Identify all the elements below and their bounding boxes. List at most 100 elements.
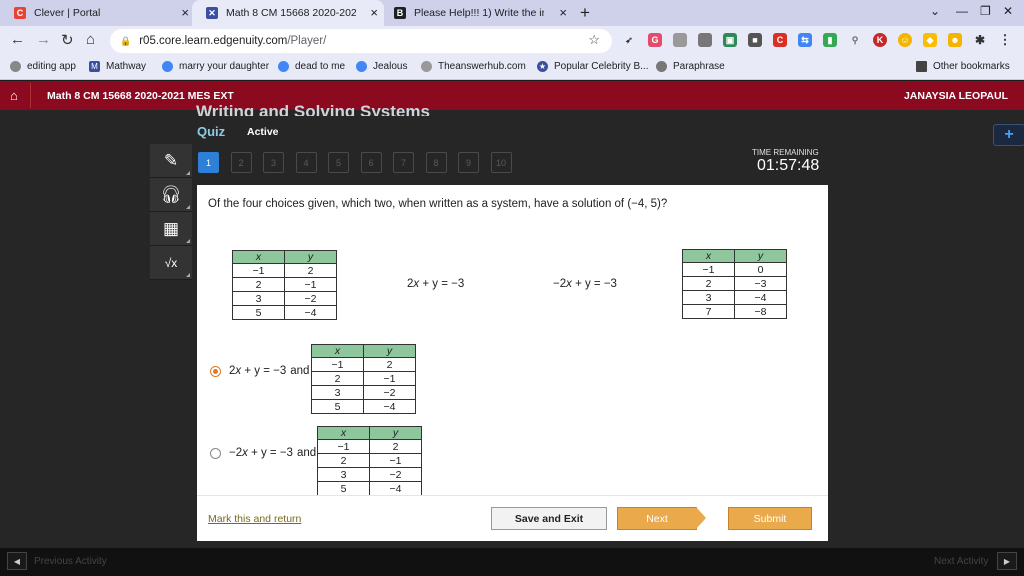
next-activity-label[interactable]: Next Activity bbox=[934, 556, 988, 567]
quillbot-icon bbox=[656, 61, 667, 72]
puzzle-extensions-icon[interactable]: ✱ bbox=[973, 33, 987, 47]
rocket-extension-icon[interactable]: ➶ bbox=[622, 33, 636, 47]
time-remaining-label: TIME REMAINING bbox=[752, 148, 819, 157]
choice-table-a: xy −1 2 2 −1 3 −2 5 −4 bbox=[232, 250, 337, 320]
home-icon[interactable]: ⌂ bbox=[86, 31, 95, 48]
home-icon[interactable]: ⌂ bbox=[10, 88, 18, 103]
forward-arrow-icon[interactable]: → bbox=[36, 31, 51, 48]
question-number-button[interactable]: 5 bbox=[328, 152, 349, 173]
bookmark-item[interactable]: marry your daughter bbox=[162, 61, 269, 72]
save-and-exit-button[interactable]: Save and Exit bbox=[491, 507, 607, 530]
tool-palette: ✎ 🎧︎ ▦ √x bbox=[150, 144, 192, 280]
previous-activity-label[interactable]: Previous Activity bbox=[34, 556, 107, 567]
answer-option-2[interactable]: −2 x + y = −3 and bbox=[210, 447, 316, 459]
clever-icon: C bbox=[14, 7, 26, 19]
option-2-table: xy −1 2 2 −1 3 −2 5 −4 bbox=[317, 426, 422, 496]
extension-icon[interactable]: C bbox=[773, 33, 787, 47]
other-bookmarks-folder[interactable]: Other bookmarks bbox=[916, 61, 1010, 72]
activity-nav-bar: ◀ Previous Activity Next Activity ▶ bbox=[0, 548, 1024, 576]
bookmark-item[interactable]: Jealous bbox=[356, 61, 407, 72]
question-card: Of the four choices given, which two, wh… bbox=[197, 185, 828, 541]
address-bar[interactable]: 🔒 r05.core.learn.edgenuity.com/Player/ ☆ bbox=[110, 29, 612, 53]
previous-activity-arrow-icon[interactable]: ◀ bbox=[7, 552, 27, 570]
question-number-button[interactable]: 4 bbox=[295, 152, 317, 173]
option-1-table: xy −1 2 2 −1 3 −2 5 −4 bbox=[311, 344, 416, 414]
question-number-button[interactable]: 1 bbox=[198, 152, 219, 173]
timer: 01:57:48 bbox=[757, 157, 820, 174]
choice-table-b: xy −1 0 2 −3 3 −4 7 −8 bbox=[682, 249, 787, 319]
formula-sqrt-icon[interactable]: √x bbox=[150, 246, 192, 280]
extension-icon[interactable]: ■ bbox=[748, 33, 762, 47]
sparkle-icon bbox=[421, 61, 432, 72]
bookmark-item[interactable]: ★ Popular Celebrity B... bbox=[537, 61, 649, 72]
lesson-title: Writing and Solving Systems bbox=[196, 102, 430, 116]
next-button[interactable]: Next bbox=[617, 507, 697, 530]
player-area: Writing and Solving Systems Quiz Active … bbox=[0, 102, 1024, 548]
course-header: ⌂ Math 8 CM 15668 2020-2021 MES EXT JANA… bbox=[0, 81, 1024, 110]
radio-button[interactable] bbox=[210, 447, 221, 459]
new-tab-plus-icon[interactable]: + bbox=[580, 3, 590, 23]
extension-icon[interactable]: ▣ bbox=[723, 33, 737, 47]
extension-icon[interactable] bbox=[673, 33, 687, 47]
minimize-icon[interactable]: — bbox=[956, 4, 968, 18]
extension-icon[interactable]: G bbox=[648, 33, 662, 47]
tab-search-icon[interactable]: ⌄ bbox=[930, 4, 940, 18]
course-title[interactable]: Math 8 CM 15668 2020-2021 MES EXT bbox=[47, 90, 234, 102]
question-number-button[interactable]: 6 bbox=[360, 152, 382, 173]
headphones-icon[interactable]: 🎧︎ bbox=[150, 178, 192, 212]
close-icon[interactable]: × bbox=[559, 6, 567, 19]
pencil-icon[interactable]: ✎ bbox=[150, 144, 192, 178]
bookmark-icon bbox=[278, 61, 289, 72]
submit-button[interactable]: Submit bbox=[728, 507, 812, 530]
restore-icon[interactable]: ❐ bbox=[980, 4, 991, 18]
quiz-label: Quiz bbox=[197, 124, 226, 139]
extension-icon[interactable]: ⚲ bbox=[848, 33, 862, 47]
globe-icon bbox=[10, 61, 21, 72]
radio-button-selected[interactable] bbox=[210, 365, 221, 377]
edgenuity-icon: ✕ bbox=[206, 7, 218, 19]
bookmark-star-icon[interactable]: ☆ bbox=[588, 32, 600, 48]
bookmark-item[interactable]: dead to me bbox=[278, 61, 345, 72]
question-number-button[interactable]: 10 bbox=[490, 152, 512, 173]
bookmark-item[interactable]: Theanswerhub.com bbox=[421, 61, 526, 72]
extension-icon[interactable]: ▮ bbox=[823, 33, 837, 47]
tab-brainly[interactable]: B Please Help!!! 1) Write the integers × bbox=[380, 0, 573, 26]
bookmark-icon bbox=[356, 61, 367, 72]
extension-icon[interactable]: ☺ bbox=[898, 33, 912, 47]
mark-and-return-link[interactable]: Mark this and return bbox=[208, 513, 301, 525]
extension-icon[interactable]: ☻ bbox=[948, 33, 962, 47]
question-text: Of the four choices given, which two, wh… bbox=[208, 198, 668, 210]
question-number-button[interactable]: 8 bbox=[425, 152, 447, 173]
choice-equation-2: −2x + y = −3 bbox=[553, 278, 617, 290]
status-label: Active bbox=[247, 126, 279, 138]
back-arrow-icon[interactable]: ← bbox=[10, 31, 25, 48]
bookmark-item[interactable]: Paraphrase bbox=[656, 61, 725, 72]
tab-edgenuity[interactable]: ✕ Math 8 CM 15668 2020-2021 MES EXT × bbox=[192, 0, 384, 26]
lock-icon: 🔒 bbox=[120, 35, 132, 46]
extension-icon[interactable]: ⇆ bbox=[798, 33, 812, 47]
question-number-button[interactable]: 2 bbox=[230, 152, 252, 173]
bookmark-item[interactable]: editing app bbox=[10, 61, 76, 72]
reload-icon[interactable]: ↻ bbox=[61, 31, 74, 49]
extension-icon[interactable] bbox=[698, 33, 712, 47]
close-window-icon[interactable]: ✕ bbox=[1003, 4, 1013, 18]
question-number-button[interactable]: 7 bbox=[393, 152, 414, 173]
next-arrow[interactable] bbox=[696, 507, 706, 529]
next-activity-arrow-icon[interactable]: ▶ bbox=[997, 552, 1017, 570]
extension-icon[interactable]: ◆ bbox=[923, 33, 937, 47]
question-number-button[interactable]: 3 bbox=[263, 152, 284, 173]
star-icon: ★ bbox=[537, 61, 548, 72]
bookmark-item[interactable]: M Mathway bbox=[89, 61, 146, 72]
close-icon[interactable]: × bbox=[370, 6, 378, 19]
tab-clever[interactable]: C Clever | Portal × bbox=[0, 0, 195, 26]
folder-icon bbox=[916, 61, 927, 72]
expand-plus-button[interactable]: + bbox=[993, 124, 1024, 146]
question-number-button[interactable]: 9 bbox=[458, 152, 479, 173]
mathway-icon: M bbox=[89, 61, 100, 72]
student-name[interactable]: JANAYSIA LEOPAUL bbox=[904, 90, 1008, 102]
answer-option-1[interactable]: 2x + y = −3 and bbox=[210, 365, 309, 377]
calculator-icon[interactable]: ▦ bbox=[150, 212, 192, 246]
close-icon[interactable]: × bbox=[181, 6, 189, 19]
menu-kebab-icon[interactable]: ⋮ bbox=[998, 32, 1012, 47]
extension-icon[interactable]: K bbox=[873, 33, 887, 47]
